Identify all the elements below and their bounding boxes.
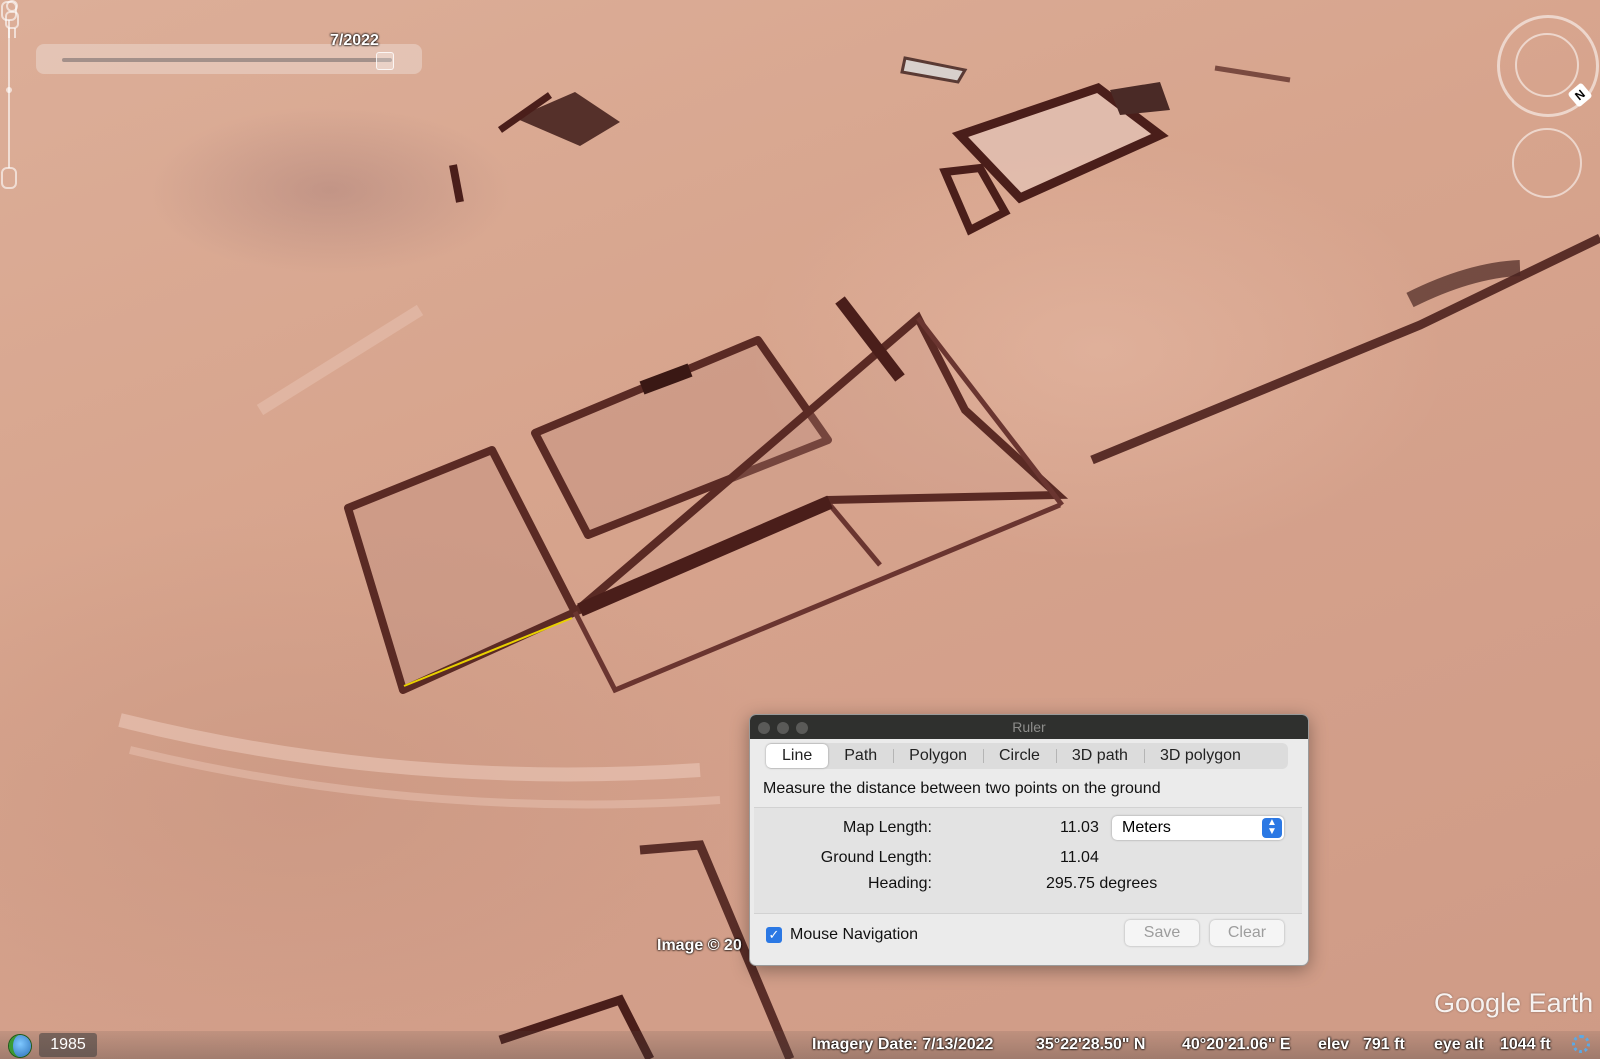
heading-value: 295.75 degrees bbox=[1046, 875, 1158, 892]
imagery-date: Imagery Date: 7/13/2022 bbox=[812, 1036, 994, 1053]
ground-length-label: Ground Length: bbox=[820, 849, 932, 866]
ground-length-value: 11.04 bbox=[1060, 849, 1099, 866]
measure-mode-tabs: Line Path Polygon Circle 3D path 3D poly… bbox=[766, 743, 1288, 769]
tab-3d-polygon[interactable]: 3D polygon bbox=[1143, 744, 1257, 768]
loading-icon bbox=[1572, 1035, 1590, 1053]
eye-altitude-value: 1044 ft bbox=[1500, 1036, 1551, 1053]
imagery-year-badge[interactable]: 1985 bbox=[39, 1033, 97, 1057]
look-around-inner-ring[interactable] bbox=[1515, 33, 1579, 97]
mouse-navigation-label: Mouse Navigation bbox=[790, 926, 919, 943]
window-title: Ruler bbox=[1012, 719, 1046, 735]
zoom-slider[interactable] bbox=[0, 0, 18, 190]
chevron-updown-icon: ▲ ▼ bbox=[1262, 818, 1282, 838]
time-slider-handle[interactable] bbox=[376, 52, 394, 70]
ruler-titlebar[interactable]: Ruler bbox=[750, 715, 1308, 739]
heading-label: Heading: bbox=[867, 875, 932, 892]
status-bar: 1985 Imagery Date: 7/13/2022 35°22'28.50… bbox=[0, 1031, 1600, 1059]
tab-line[interactable]: Line bbox=[766, 744, 829, 768]
latitude: 35°22'28.50" N bbox=[1036, 1036, 1146, 1053]
time-slider-track[interactable] bbox=[62, 58, 392, 62]
units-selected-value: Meters bbox=[1122, 819, 1171, 836]
save-button[interactable]: Save bbox=[1125, 920, 1199, 946]
longitude: 40°20'21.06" E bbox=[1182, 1036, 1291, 1053]
measurement-panel: Map Length: 11.03 Meters ▲ ▼ Ground Lengt… bbox=[754, 807, 1302, 914]
time-slider-label: 7/2022 bbox=[330, 32, 379, 49]
mouse-navigation-checkbox[interactable]: ✓ Mouse Navigation bbox=[766, 926, 918, 944]
google-earth-logo: Google Earth bbox=[1434, 988, 1594, 1018]
ruler-description: Measure the distance between two points … bbox=[763, 780, 1161, 797]
tab-path[interactable]: Path bbox=[828, 744, 893, 768]
map-length-value: 11.03 bbox=[1060, 819, 1099, 836]
tab-polygon[interactable]: Polygon bbox=[893, 744, 983, 768]
elevation-label: elev bbox=[1318, 1036, 1350, 1053]
historical-imagery-icon[interactable] bbox=[9, 1035, 31, 1057]
time-slider[interactable]: 7/2022 bbox=[36, 32, 422, 74]
tab-3d-path[interactable]: 3D path bbox=[1055, 744, 1144, 768]
move-control[interactable] bbox=[1512, 128, 1582, 198]
units-select[interactable]: Meters ▲ ▼ bbox=[1112, 816, 1284, 840]
tab-circle[interactable]: Circle bbox=[983, 744, 1056, 768]
map-length-label: Map Length: bbox=[843, 819, 932, 836]
image-credit: Image © 20 bbox=[657, 937, 742, 954]
elevation-value: 791 ft bbox=[1363, 1036, 1405, 1053]
clear-button[interactable]: Clear bbox=[1210, 920, 1284, 946]
ruler-window: Ruler Line Path Polygon Circle 3D path 3… bbox=[749, 714, 1309, 966]
checkmark-icon[interactable]: ✓ bbox=[766, 927, 782, 943]
eye-altitude-label: eye alt bbox=[1434, 1036, 1484, 1053]
